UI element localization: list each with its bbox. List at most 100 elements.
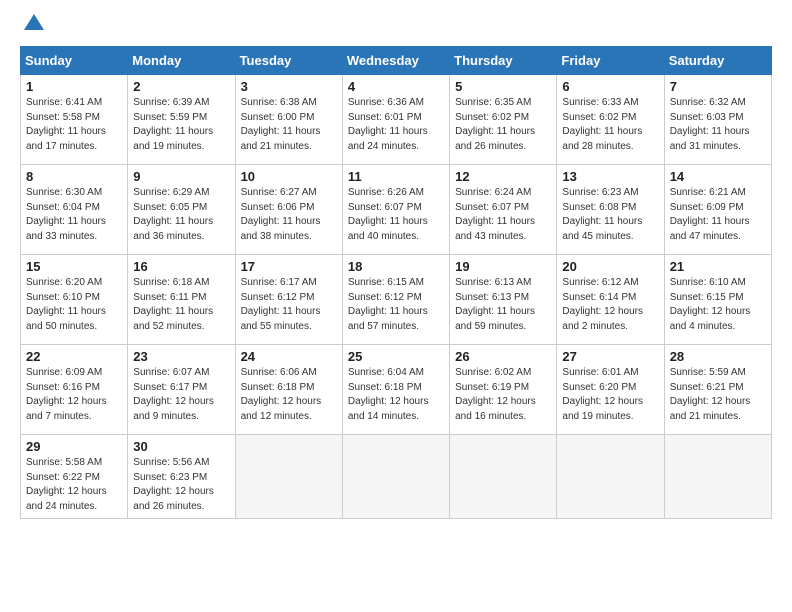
day-number: 4 <box>348 79 444 94</box>
day-info: Sunrise: 6:06 AMSunset: 6:18 PMDaylight:… <box>241 366 337 424</box>
calendar-cell: 23 Sunrise: 6:07 AMSunset: 6:17 PMDayligh… <box>128 345 235 435</box>
calendar-cell: 11 Sunrise: 6:26 AMSunset: 6:07 PMDayligh… <box>342 165 449 255</box>
calendar-cell: 28 Sunrise: 5:59 AMSunset: 6:21 PMDayligh… <box>664 345 771 435</box>
day-number: 30 <box>133 439 229 454</box>
logo <box>20 16 46 36</box>
day-info: Sunrise: 6:13 AMSunset: 6:13 PMDaylight:… <box>455 276 551 334</box>
day-number: 3 <box>241 79 337 94</box>
calendar-cell: 24 Sunrise: 6:06 AMSunset: 6:18 PMDayligh… <box>235 345 342 435</box>
day-info: Sunrise: 6:17 AMSunset: 6:12 PMDaylight:… <box>241 276 337 334</box>
day-number: 18 <box>348 259 444 274</box>
calendar-cell: 26 Sunrise: 6:02 AMSunset: 6:19 PMDayligh… <box>450 345 557 435</box>
day-info: Sunrise: 6:23 AMSunset: 6:08 PMDaylight:… <box>562 186 658 244</box>
day-info: Sunrise: 6:12 AMSunset: 6:14 PMDaylight:… <box>562 276 658 334</box>
calendar-cell: 6 Sunrise: 6:33 AMSunset: 6:02 PMDaylight… <box>557 75 664 165</box>
day-info: Sunrise: 6:04 AMSunset: 6:18 PMDaylight:… <box>348 366 444 424</box>
day-info: Sunrise: 6:29 AMSunset: 6:05 PMDaylight:… <box>133 186 229 244</box>
calendar-cell: 7 Sunrise: 6:32 AMSunset: 6:03 PMDaylight… <box>664 75 771 165</box>
day-header-sunday: Sunday <box>21 47 128 75</box>
day-number: 27 <box>562 349 658 364</box>
day-header-saturday: Saturday <box>664 47 771 75</box>
day-number: 2 <box>133 79 229 94</box>
day-number: 13 <box>562 169 658 184</box>
day-info: Sunrise: 6:38 AMSunset: 6:00 PMDaylight:… <box>241 96 337 154</box>
day-number: 29 <box>26 439 122 454</box>
day-number: 23 <box>133 349 229 364</box>
day-info: Sunrise: 6:09 AMSunset: 6:16 PMDaylight:… <box>26 366 122 424</box>
day-info: Sunrise: 6:15 AMSunset: 6:12 PMDaylight:… <box>348 276 444 334</box>
day-header-tuesday: Tuesday <box>235 47 342 75</box>
day-info: Sunrise: 6:18 AMSunset: 6:11 PMDaylight:… <box>133 276 229 334</box>
calendar-cell: 12 Sunrise: 6:24 AMSunset: 6:07 PMDayligh… <box>450 165 557 255</box>
day-info: Sunrise: 6:24 AMSunset: 6:07 PMDaylight:… <box>455 186 551 244</box>
calendar-cell: 18 Sunrise: 6:15 AMSunset: 6:12 PMDayligh… <box>342 255 449 345</box>
day-info: Sunrise: 6:39 AMSunset: 5:59 PMDaylight:… <box>133 96 229 154</box>
day-info: Sunrise: 6:35 AMSunset: 6:02 PMDaylight:… <box>455 96 551 154</box>
day-number: 25 <box>348 349 444 364</box>
day-info: Sunrise: 6:10 AMSunset: 6:15 PMDaylight:… <box>670 276 766 334</box>
day-info: Sunrise: 6:02 AMSunset: 6:19 PMDaylight:… <box>455 366 551 424</box>
day-info: Sunrise: 6:30 AMSunset: 6:04 PMDaylight:… <box>26 186 122 244</box>
calendar-cell: 8 Sunrise: 6:30 AMSunset: 6:04 PMDaylight… <box>21 165 128 255</box>
calendar-cell: 5 Sunrise: 6:35 AMSunset: 6:02 PMDaylight… <box>450 75 557 165</box>
calendar-cell <box>342 435 449 519</box>
calendar-cell: 2 Sunrise: 6:39 AMSunset: 5:59 PMDaylight… <box>128 75 235 165</box>
calendar-cell: 22 Sunrise: 6:09 AMSunset: 6:16 PMDayligh… <box>21 345 128 435</box>
calendar-cell: 4 Sunrise: 6:36 AMSunset: 6:01 PMDaylight… <box>342 75 449 165</box>
day-header-monday: Monday <box>128 47 235 75</box>
calendar-cell: 16 Sunrise: 6:18 AMSunset: 6:11 PMDayligh… <box>128 255 235 345</box>
calendar-cell: 15 Sunrise: 6:20 AMSunset: 6:10 PMDayligh… <box>21 255 128 345</box>
day-info: Sunrise: 6:20 AMSunset: 6:10 PMDaylight:… <box>26 276 122 334</box>
day-info: Sunrise: 6:32 AMSunset: 6:03 PMDaylight:… <box>670 96 766 154</box>
day-number: 26 <box>455 349 551 364</box>
day-info: Sunrise: 6:27 AMSunset: 6:06 PMDaylight:… <box>241 186 337 244</box>
day-info: Sunrise: 6:33 AMSunset: 6:02 PMDaylight:… <box>562 96 658 154</box>
day-info: Sunrise: 5:58 AMSunset: 6:22 PMDaylight:… <box>26 456 122 514</box>
calendar-cell: 25 Sunrise: 6:04 AMSunset: 6:18 PMDayligh… <box>342 345 449 435</box>
day-info: Sunrise: 6:26 AMSunset: 6:07 PMDaylight:… <box>348 186 444 244</box>
day-info: Sunrise: 5:56 AMSunset: 6:23 PMDaylight:… <box>133 456 229 514</box>
day-info: Sunrise: 6:21 AMSunset: 6:09 PMDaylight:… <box>670 186 766 244</box>
day-number: 21 <box>670 259 766 274</box>
calendar-cell: 10Sunrise: 6:27 AMSunset: 6:06 PMDayligh… <box>235 165 342 255</box>
day-header-wednesday: Wednesday <box>342 47 449 75</box>
calendar-cell: 19 Sunrise: 6:13 AMSunset: 6:13 PMDayligh… <box>450 255 557 345</box>
calendar-cell: 3 Sunrise: 6:38 AMSunset: 6:00 PMDaylight… <box>235 75 342 165</box>
day-number: 24 <box>241 349 337 364</box>
day-number: 6 <box>562 79 658 94</box>
day-number: 5 <box>455 79 551 94</box>
day-info: Sunrise: 6:36 AMSunset: 6:01 PMDaylight:… <box>348 96 444 154</box>
calendar-cell <box>664 435 771 519</box>
calendar-cell <box>235 435 342 519</box>
day-number: 19 <box>455 259 551 274</box>
calendar: SundayMondayTuesdayWednesdayThursdayFrid… <box>20 46 772 519</box>
page-header <box>20 16 772 36</box>
day-info: Sunrise: 6:07 AMSunset: 6:17 PMDaylight:… <box>133 366 229 424</box>
calendar-cell: 1 Sunrise: 6:41 AMSunset: 5:58 PMDaylight… <box>21 75 128 165</box>
calendar-cell: 20 Sunrise: 6:12 AMSunset: 6:14 PMDayligh… <box>557 255 664 345</box>
calendar-cell: 14 Sunrise: 6:21 AMSunset: 6:09 PMDayligh… <box>664 165 771 255</box>
day-info: Sunrise: 5:59 AMSunset: 6:21 PMDaylight:… <box>670 366 766 424</box>
day-header-friday: Friday <box>557 47 664 75</box>
day-number: 1 <box>26 79 122 94</box>
day-number: 7 <box>670 79 766 94</box>
day-number: 20 <box>562 259 658 274</box>
day-number: 16 <box>133 259 229 274</box>
logo-icon <box>22 12 46 36</box>
day-number: 8 <box>26 169 122 184</box>
day-number: 12 <box>455 169 551 184</box>
day-info: Sunrise: 6:41 AMSunset: 5:58 PMDaylight:… <box>26 96 122 154</box>
calendar-cell: 27Sunrise: 6:01 AMSunset: 6:20 PMDayligh… <box>557 345 664 435</box>
day-number: 9 <box>133 169 229 184</box>
calendar-cell: 30 Sunrise: 5:56 AMSunset: 6:23 PMDayligh… <box>128 435 235 519</box>
day-number: 14 <box>670 169 766 184</box>
day-number: 11 <box>348 169 444 184</box>
calendar-cell <box>450 435 557 519</box>
day-number: 15 <box>26 259 122 274</box>
day-number: 17 <box>241 259 337 274</box>
calendar-cell: 29 Sunrise: 5:58 AMSunset: 6:22 PMDayligh… <box>21 435 128 519</box>
day-header-thursday: Thursday <box>450 47 557 75</box>
day-number: 22 <box>26 349 122 364</box>
day-number: 28 <box>670 349 766 364</box>
calendar-cell: 9 Sunrise: 6:29 AMSunset: 6:05 PMDaylight… <box>128 165 235 255</box>
